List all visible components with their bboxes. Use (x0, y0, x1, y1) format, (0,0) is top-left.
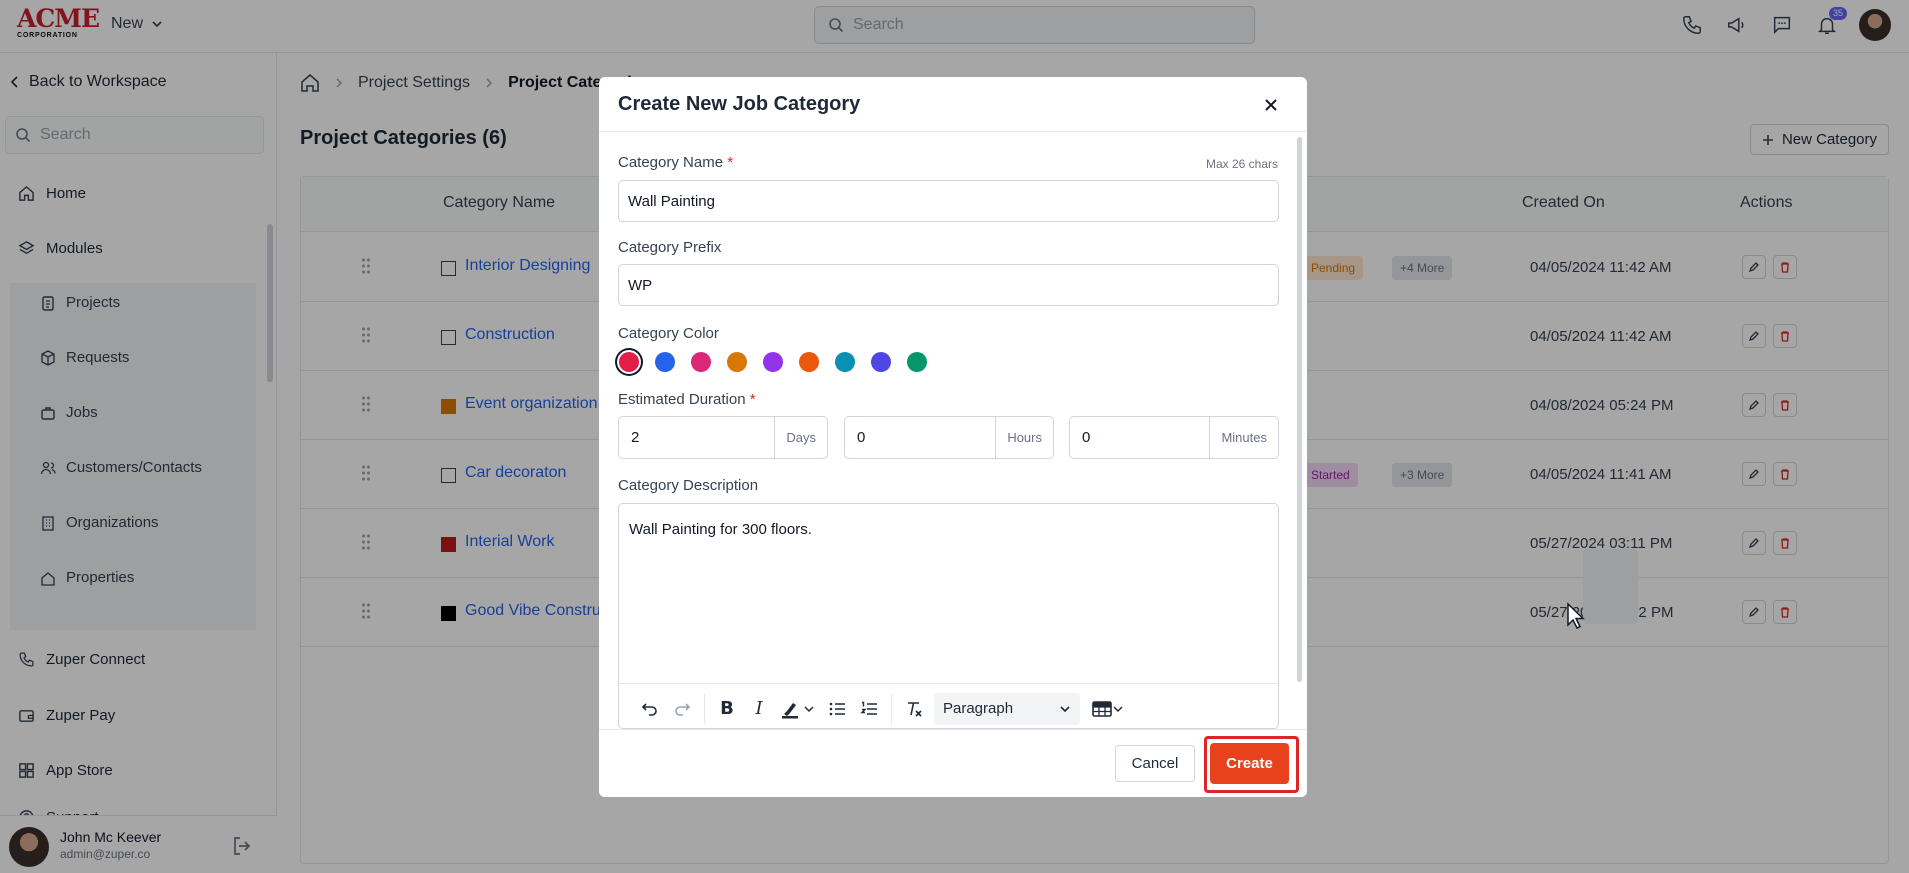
paragraph-style-select[interactable]: Paragraph (934, 692, 1080, 725)
required-marker: * (749, 391, 756, 408)
paragraph-style-value: Paragraph (943, 700, 1014, 717)
color-option-amber[interactable] (727, 352, 747, 372)
category-description-label: Category Description (618, 477, 759, 494)
description-editor[interactable]: Wall Painting for 300 floors. B I Paragr… (618, 503, 1279, 729)
description-text: Wall Painting for 300 floors. (629, 521, 812, 538)
create-job-category-dialog: Create New Job Category Category Name * … (599, 77, 1307, 797)
hours-value: 0 (845, 417, 997, 458)
minutes-unit: Minutes (1221, 430, 1267, 445)
days-unit: Days (786, 430, 816, 445)
cancel-button[interactable]: Cancel (1115, 745, 1195, 782)
create-button[interactable]: Create (1210, 743, 1289, 784)
toolbar-divider (891, 693, 892, 724)
color-option-blue[interactable] (655, 352, 675, 372)
color-option-crimson[interactable] (619, 352, 639, 372)
category-name-input[interactable]: Wall Painting (618, 180, 1279, 222)
color-option-orange[interactable] (799, 352, 819, 372)
category-name-label: Category Name * (618, 154, 733, 171)
highlight-icon[interactable] (775, 693, 821, 725)
category-name-label-text: Category Name (618, 154, 724, 171)
category-color-label: Category Color (618, 325, 719, 342)
category-prefix-label: Category Prefix (618, 239, 722, 256)
undo-icon[interactable] (634, 693, 666, 725)
hours-unit: Hours (1007, 430, 1042, 445)
category-name-value: Wall Painting (628, 192, 715, 210)
category-prefix-value: WP (628, 276, 653, 294)
italic-icon[interactable]: I (743, 693, 775, 725)
color-option-indigo[interactable] (871, 352, 891, 372)
chevron-down-icon (1060, 705, 1070, 712)
color-option-purple[interactable] (763, 352, 783, 372)
color-option-cyan[interactable] (835, 352, 855, 372)
category-prefix-input[interactable]: WP (618, 264, 1279, 306)
required-marker: * (727, 154, 734, 171)
numbered-list-icon[interactable] (853, 693, 885, 725)
bold-icon[interactable]: B (711, 693, 743, 725)
dialog-scrollbar[interactable] (1297, 137, 1302, 682)
toolbar-divider (704, 693, 705, 724)
days-value: 2 (619, 417, 776, 458)
dialog-footer: Cancel Create (599, 729, 1307, 797)
color-picker (619, 352, 927, 372)
mouse-cursor-icon (1567, 602, 1585, 630)
table-icon[interactable] (1086, 693, 1130, 725)
color-option-pink[interactable] (691, 352, 711, 372)
bullet-list-icon[interactable] (821, 693, 853, 725)
minutes-value: 0 (1070, 417, 1211, 458)
minutes-input[interactable]: 0 Minutes (1069, 416, 1279, 459)
clear-format-icon[interactable] (898, 693, 930, 725)
dialog-title: Create New Job Category (618, 93, 861, 115)
estimated-duration-label-text: Estimated Duration (618, 391, 746, 408)
max-chars-hint: Max 26 chars (1205, 157, 1278, 171)
color-option-green[interactable] (907, 352, 927, 372)
estimated-duration-label: Estimated Duration * (618, 391, 756, 408)
hours-input[interactable]: 0 Hours (844, 416, 1054, 459)
days-input[interactable]: 2 Days (618, 416, 828, 459)
editor-toolbar: B I Paragraph (619, 683, 1278, 733)
redo-icon[interactable] (666, 693, 698, 725)
close-icon[interactable] (1259, 93, 1283, 117)
